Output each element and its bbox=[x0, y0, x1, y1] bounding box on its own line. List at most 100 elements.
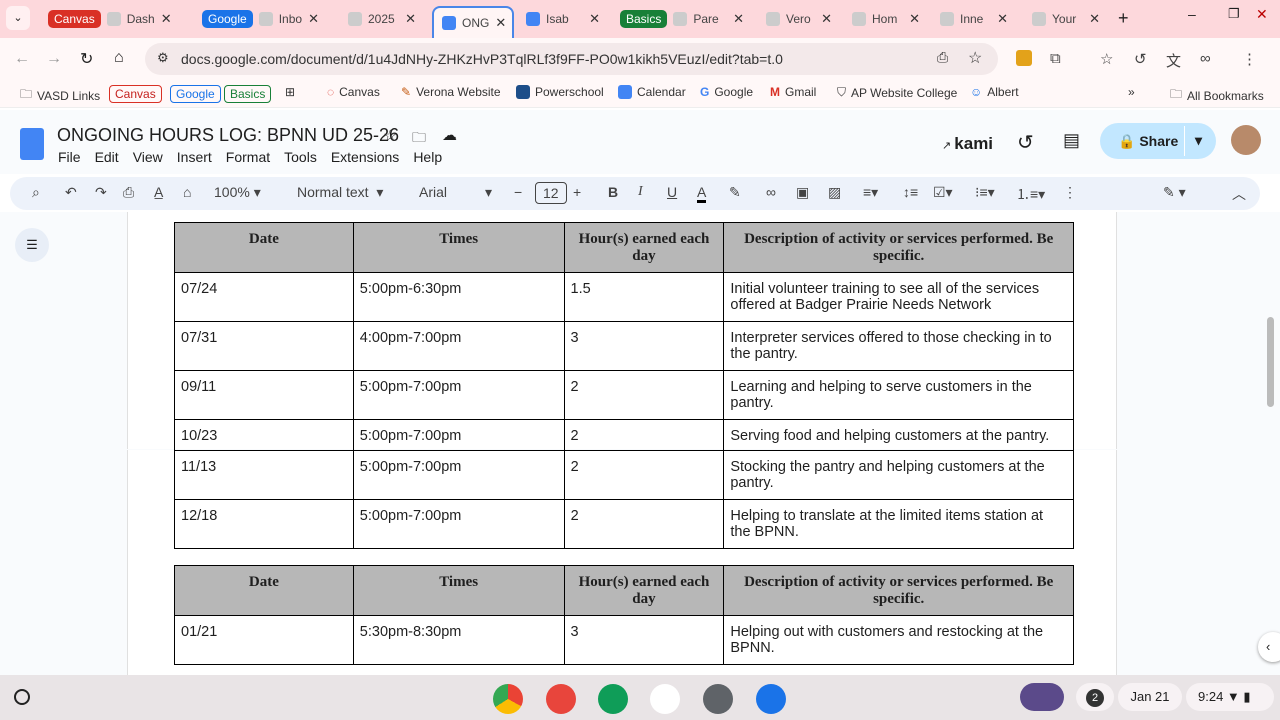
table-cell[interactable]: Learning and helping to serve customers … bbox=[723, 370, 1074, 420]
browser-tab[interactable]: Isab ✕ bbox=[518, 6, 608, 32]
zoom-select[interactable]: 100% ▾ bbox=[214, 184, 261, 201]
table-cell[interactable]: 2 bbox=[563, 499, 725, 549]
close-tab-icon[interactable]: ✕ bbox=[495, 15, 506, 31]
docs-logo-icon[interactable] bbox=[20, 128, 44, 160]
table-cell[interactable]: 01/21 bbox=[174, 615, 354, 665]
table-cell[interactable]: 2 bbox=[563, 419, 725, 453]
bookmark-group-basics[interactable]: Basics bbox=[224, 85, 272, 103]
chrome-icon[interactable] bbox=[493, 684, 523, 714]
table-cell[interactable]: 2 bbox=[563, 450, 725, 500]
paint-format-icon[interactable]: ⌂ bbox=[183, 184, 191, 200]
settings-icon[interactable] bbox=[703, 684, 733, 714]
menu-tools[interactable]: Tools bbox=[284, 149, 317, 165]
bookmark-group-google[interactable]: Google bbox=[170, 85, 221, 103]
bookmark-canvas[interactable]: ◌ Canvas bbox=[327, 85, 380, 99]
tab-group-label[interactable]: Google bbox=[202, 10, 253, 28]
bookmark-albert[interactable]: ☺ Albert bbox=[970, 85, 1019, 99]
editing-mode-icon[interactable]: ✎ ▾ bbox=[1163, 184, 1186, 201]
close-tab-icon[interactable]: ✕ bbox=[161, 11, 172, 27]
star-icon[interactable]: ☆ bbox=[383, 126, 397, 146]
table-cell[interactable]: 5:00pm-7:00pm bbox=[352, 370, 565, 420]
table-cell[interactable]: 11/13 bbox=[174, 450, 354, 500]
table-cell[interactable]: 5:00pm-7:00pm bbox=[352, 419, 565, 453]
outline-icon[interactable]: ☰ bbox=[15, 228, 49, 262]
browser-tab[interactable]: Vero ✕ bbox=[758, 6, 840, 32]
undo-icon[interactable]: ↶ bbox=[65, 184, 77, 201]
back-icon[interactable]: ← bbox=[14, 50, 30, 68]
tab-search-button[interactable]: ⌄ bbox=[6, 6, 30, 30]
table-cell[interactable]: Serving food and helping customers at th… bbox=[723, 419, 1074, 453]
highlight-icon[interactable]: ✎ bbox=[729, 184, 741, 201]
url-input[interactable]: docs.google.com/document/d/1u4JdNHy-ZHKz… bbox=[145, 43, 998, 75]
table-cell[interactable]: Helping to translate at the limited item… bbox=[723, 499, 1074, 549]
browser-tab[interactable]: Your ✕ bbox=[1024, 6, 1108, 32]
table-cell[interactable]: 5:00pm-6:30pm bbox=[352, 272, 565, 322]
browser-tab[interactable]: ONG ✕ bbox=[432, 6, 514, 38]
cloud-status-icon[interactable]: ☁ bbox=[442, 126, 457, 144]
apps-grid-icon[interactable]: ⊞ bbox=[285, 85, 295, 99]
menu-format[interactable]: Format bbox=[226, 149, 270, 165]
new-tab-button[interactable]: + bbox=[1118, 8, 1129, 29]
menu-edit[interactable]: Edit bbox=[95, 149, 119, 165]
menu-file[interactable]: File bbox=[58, 149, 81, 165]
side-panel-toggle[interactable]: ‹ bbox=[1258, 632, 1280, 662]
close-tab-icon[interactable]: ✕ bbox=[308, 11, 319, 27]
classroom-icon[interactable] bbox=[598, 684, 628, 714]
line-spacing-icon[interactable]: ↕≡ bbox=[903, 184, 918, 200]
insert-link-icon[interactable]: ∞ bbox=[766, 184, 776, 200]
more-bookmarks-icon[interactable]: » bbox=[1128, 85, 1135, 99]
minimize-button[interactable]: – bbox=[1188, 6, 1196, 22]
redo-icon[interactable]: ↷ bbox=[95, 184, 107, 201]
scrollbar-thumb[interactable] bbox=[1267, 317, 1274, 407]
browser-tab[interactable]: Canvas Dash ✕ bbox=[40, 6, 172, 32]
collapse-menus-icon[interactable]: ︿ bbox=[1232, 184, 1246, 204]
font-select[interactable]: Arial ▾ bbox=[419, 184, 492, 201]
table-cell[interactable]: 10/23 bbox=[174, 419, 354, 453]
checklist-icon[interactable]: ☑▾ bbox=[933, 184, 953, 201]
notifications[interactable]: 2 bbox=[1076, 683, 1114, 711]
history-icon[interactable]: ↺ bbox=[1134, 50, 1147, 68]
site-settings-icon[interactable]: ⚙ bbox=[157, 50, 169, 66]
extensions-icon[interactable]: ⧉ bbox=[1050, 50, 1061, 67]
font-size-input[interactable]: 12 bbox=[535, 182, 567, 204]
menu-insert[interactable]: Insert bbox=[177, 149, 212, 165]
home-icon[interactable]: ⌂ bbox=[114, 49, 124, 67]
align-icon[interactable]: ≡▾ bbox=[863, 184, 878, 201]
table-cell[interactable]: 07/31 bbox=[174, 321, 354, 371]
bookmark-google[interactable]: G Google bbox=[700, 85, 753, 99]
browser-tab[interactable]: Hom ✕ bbox=[844, 6, 928, 32]
menu-extensions[interactable]: Extensions bbox=[331, 149, 399, 165]
style-select[interactable]: Normal text ▾ bbox=[297, 184, 383, 201]
bookmark-group-canvas[interactable]: Canvas bbox=[109, 85, 162, 103]
bold-button[interactable]: B bbox=[608, 184, 618, 200]
table-cell[interactable]: 1.5 bbox=[563, 272, 725, 322]
share-button[interactable]: 🔒 Share ▾ bbox=[1100, 123, 1216, 159]
tab-group-label[interactable]: Canvas bbox=[48, 10, 101, 28]
close-tab-icon[interactable]: ✕ bbox=[405, 11, 416, 27]
close-tab-icon[interactable]: ✕ bbox=[589, 11, 600, 27]
install-icon[interactable]: ⎙ bbox=[937, 49, 948, 66]
close-tab-icon[interactable]: ✕ bbox=[733, 11, 744, 27]
table-cell[interactable]: 3 bbox=[563, 615, 725, 665]
bookmark-calendar[interactable]: Calendar bbox=[618, 85, 686, 99]
system-tray[interactable]: 9:24 ▼ ▮ bbox=[1186, 683, 1274, 711]
close-tab-icon[interactable]: ✕ bbox=[997, 11, 1008, 27]
bookmarks-star-icon[interactable]: ☆ bbox=[1100, 50, 1113, 68]
holding-space[interactable] bbox=[1020, 683, 1064, 711]
text-color-button[interactable]: A bbox=[697, 184, 707, 203]
extension-lock-icon[interactable] bbox=[1016, 50, 1032, 66]
document-title[interactable]: ONGOING HOURS LOG: BPNN UD 25-26 bbox=[57, 125, 399, 146]
table-cell[interactable]: 5:00pm-7:00pm bbox=[352, 450, 565, 500]
all-bookmarks[interactable]: 🗀 All Bookmarks bbox=[1170, 85, 1264, 106]
close-tab-icon[interactable]: ✕ bbox=[909, 11, 920, 27]
table-cell[interactable]: Helping out with customers and restockin… bbox=[723, 615, 1074, 665]
more-options-icon[interactable]: ⋮ bbox=[1063, 184, 1077, 201]
close-tab-icon[interactable]: ✕ bbox=[821, 11, 832, 27]
table-cell[interactable]: Initial volunteer training to see all of… bbox=[723, 272, 1074, 322]
decrease-font-size-button[interactable]: − bbox=[514, 184, 522, 200]
table-cell[interactable]: Stocking the pantry and helping customer… bbox=[723, 450, 1074, 500]
reload-icon[interactable]: ↻ bbox=[80, 49, 93, 69]
italic-button[interactable]: I bbox=[638, 184, 643, 200]
bookmark-powerschool[interactable]: Powerschool bbox=[516, 85, 604, 99]
table-cell[interactable]: 5:00pm-7:00pm bbox=[352, 499, 565, 549]
